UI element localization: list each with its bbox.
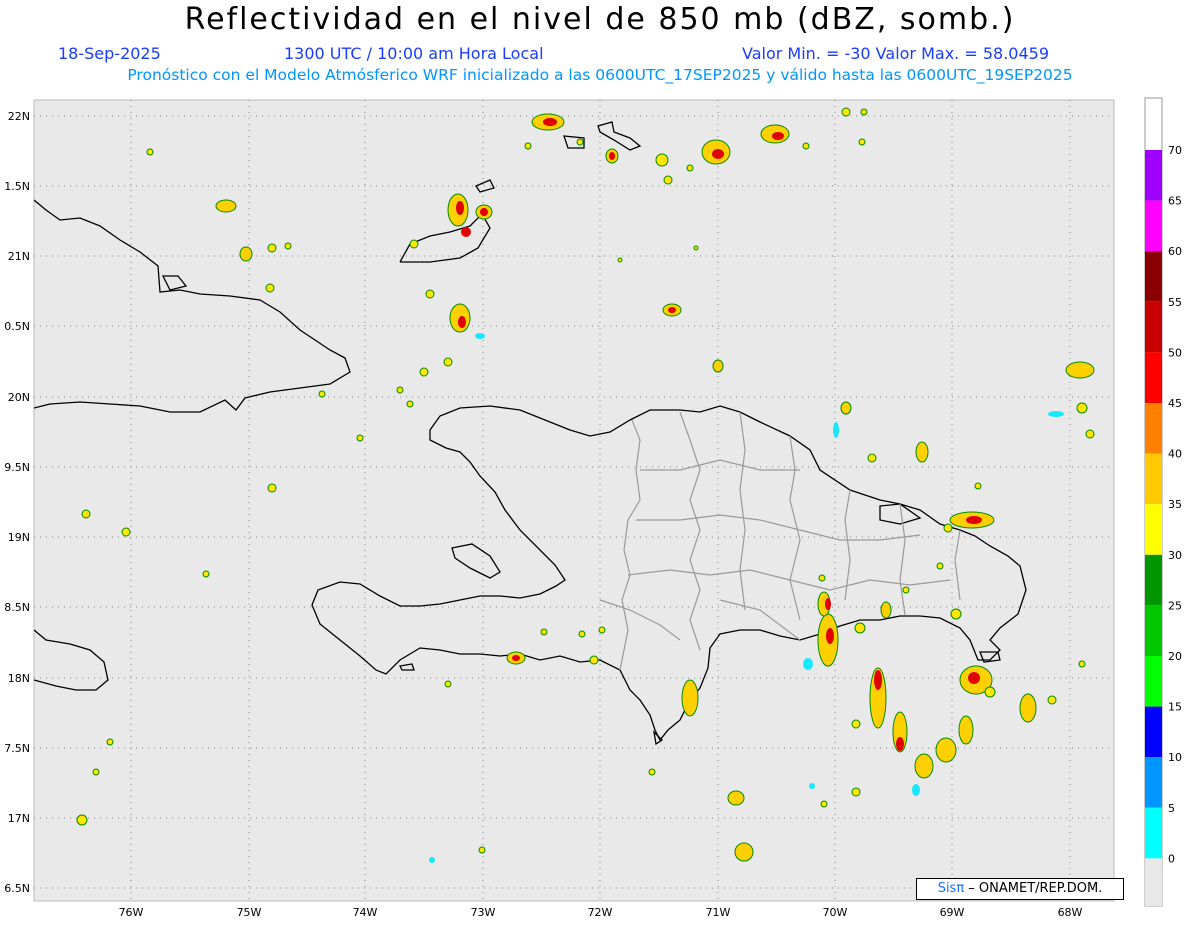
y-axis-labels: 22N 1.5N 21N 0.5N 20N 9.5N 19N 8.5N 18N … [4, 110, 30, 895]
colorbar-swatch [1145, 858, 1162, 906]
colorbar-legend: 7065605550454035302520151050 [1144, 97, 1182, 907]
colorbar-swatch [1145, 757, 1162, 808]
x-tick: 76W [119, 906, 144, 919]
x-tick: 70W [823, 906, 848, 919]
colorbar-label: 25 [1168, 599, 1182, 612]
x-tick: 74W [353, 906, 378, 919]
colorbar-swatch [1145, 605, 1162, 656]
colorbar-label: 20 [1168, 650, 1182, 663]
y-tick: 17N [8, 812, 30, 825]
x-tick: 73W [471, 906, 496, 919]
x-tick: 72W [588, 906, 613, 919]
colorbar-label: 65 [1168, 195, 1182, 208]
colorbar-swatch [1145, 150, 1162, 201]
reflectivity-map: 76W 75W 74W 73W 72W 71W 70W 69W 68W 22N … [4, 97, 1182, 919]
x-tick: 71W [706, 906, 731, 919]
sis-logo: Sisπ [937, 881, 965, 896]
y-tick: 7.5N [4, 742, 30, 755]
y-tick: 8.5N [4, 601, 30, 614]
colorbar-swatch [1145, 301, 1162, 353]
y-tick: 20N [8, 391, 30, 404]
y-tick: 22N [8, 110, 30, 123]
colorbar-label: 35 [1168, 498, 1182, 511]
y-tick: 1.5N [4, 180, 30, 193]
colorbar-label: 45 [1168, 397, 1182, 410]
colorbar-swatch [1145, 656, 1162, 707]
colorbar-swatch [1145, 251, 1162, 302]
x-tick: 69W [940, 906, 965, 919]
colorbar-swatch [1145, 352, 1162, 403]
y-tick: 21N [8, 250, 30, 263]
colorbar-label: 10 [1168, 751, 1182, 764]
colorbar-label: 30 [1168, 549, 1182, 562]
colorbar-label: 70 [1168, 144, 1182, 157]
colorbar-label: 5 [1168, 802, 1175, 815]
y-tick: 9.5N [4, 461, 30, 474]
colorbar-label: 0 [1168, 852, 1175, 865]
colorbar-swatch [1145, 554, 1162, 606]
y-tick: 6.5N [4, 882, 30, 895]
y-tick: 0.5N [4, 320, 30, 333]
colorbar-swatch [1145, 200, 1162, 252]
colorbar-swatch [1145, 706, 1162, 758]
colorbar-swatch [1145, 453, 1162, 505]
colorbar-label: 55 [1168, 296, 1182, 309]
colorbar-label: 40 [1168, 448, 1182, 461]
x-axis-labels: 76W 75W 74W 73W 72W 71W 70W 69W 68W [119, 906, 1083, 919]
y-tick: 18N [8, 672, 30, 685]
colorbar-label: 60 [1168, 245, 1182, 258]
colorbar-swatch [1145, 807, 1162, 859]
y-tick: 19N [8, 531, 30, 544]
credit-text: – ONAMET/REP.DOM. [964, 881, 1103, 896]
x-tick: 75W [237, 906, 262, 919]
colorbar-swatch [1145, 504, 1162, 555]
colorbar-label: 15 [1168, 701, 1182, 714]
colorbar-label: 50 [1168, 346, 1182, 359]
credit-box: Sisπ – ONAMET/REP.DOM. [916, 878, 1124, 900]
x-tick: 68W [1058, 906, 1083, 919]
colorbar-swatch [1145, 403, 1162, 454]
